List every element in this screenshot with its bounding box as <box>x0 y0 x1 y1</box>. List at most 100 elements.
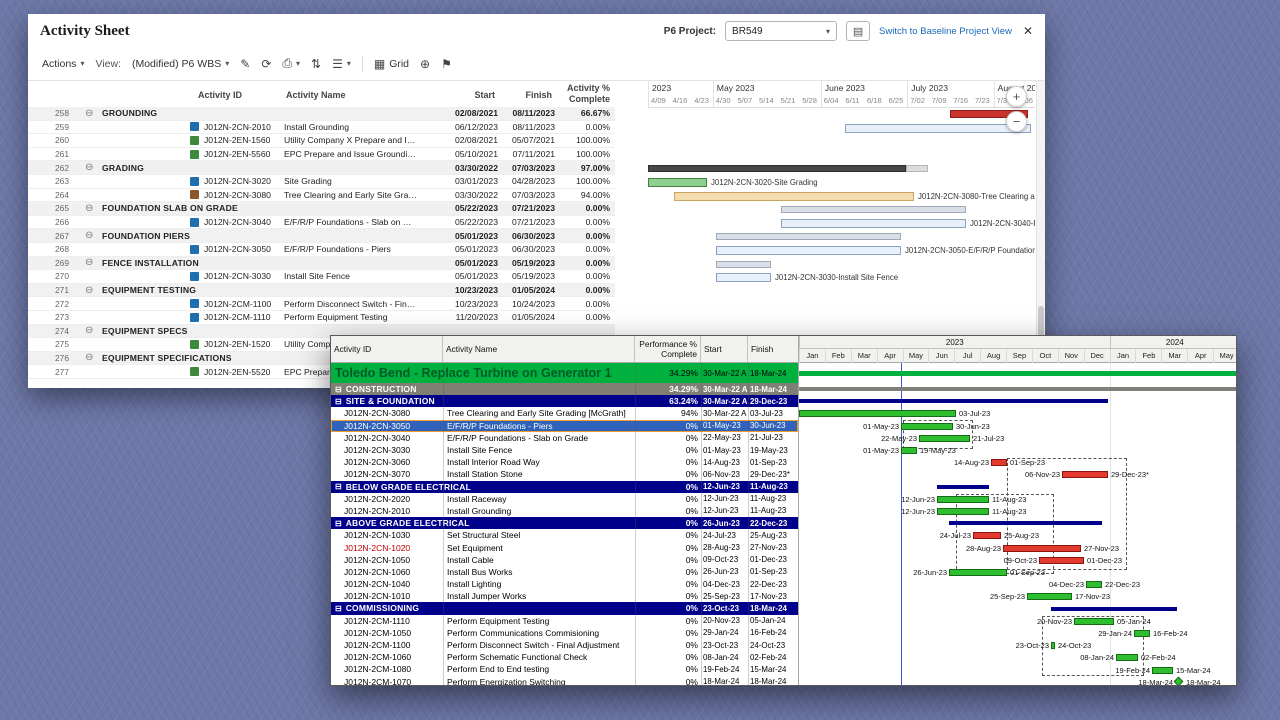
zoom-in-button[interactable]: + <box>1006 86 1027 107</box>
gantt-bar[interactable] <box>716 273 771 282</box>
table-row[interactable]: J012N-2CN-3040E/F/R/P Foundations - Slab… <box>331 432 798 444</box>
gantt-bar[interactable] <box>949 521 1102 525</box>
table-row[interactable]: 266J012N-2CN-3040E/F/R/P Foundations - S… <box>28 216 615 230</box>
table-row[interactable]: J012N-2CN-2020Install Raceway0%12-Jun-23… <box>331 493 798 505</box>
gantt-bar[interactable] <box>937 508 989 515</box>
table-row[interactable]: J012N-2CN-3070Install Station Stone0%06-… <box>331 468 798 480</box>
gantt-bar[interactable] <box>716 261 771 268</box>
project-select[interactable]: BR549 ▾ <box>725 21 837 41</box>
collapse-icon[interactable]: ⊖ <box>85 230 97 241</box>
zoom-out-button[interactable]: − <box>1006 111 1027 132</box>
table-row[interactable]: J012N-2CN-3030Install Site Fence0%01-May… <box>331 444 798 456</box>
table-row[interactable]: 271⊖EQUIPMENT TESTING10/23/202301/05/202… <box>28 284 615 298</box>
gantt-bar[interactable] <box>716 233 901 240</box>
actions-button[interactable]: Actions▾ <box>42 58 84 70</box>
gantt-bar[interactable] <box>973 532 1001 539</box>
gantt-bar[interactable] <box>937 496 989 503</box>
table-row[interactable]: J012N-2CN-3050E/F/R/P Foundations - Pier… <box>331 420 798 432</box>
table-row[interactable]: J012N-2CN-1020Set Equipment0%28-Aug-2327… <box>331 541 798 553</box>
table-row[interactable]: ⊟COMMISSIONING0%23-Oct-2318-Mar-24 <box>331 602 798 614</box>
gantt-bar[interactable] <box>1074 618 1114 625</box>
switch-baseline-link[interactable]: Switch to Baseline Project View <box>879 26 1012 37</box>
table-row[interactable]: ⊟SITE & FOUNDATION63.24%30-Mar-22 A29-De… <box>331 395 798 407</box>
table-row[interactable]: J012N-2CM-1060Perform Schematic Function… <box>331 651 798 663</box>
column-header-finish[interactable]: Finish <box>498 90 552 100</box>
gantt-bar[interactable] <box>845 124 1031 133</box>
refresh-icon[interactable]: ⟳ <box>261 57 271 71</box>
collapse-icon[interactable]: ⊖ <box>85 108 97 119</box>
table-row[interactable]: J012N-2CM-1070Perform Energization Switc… <box>331 676 798 686</box>
gantt-bar[interactable] <box>901 447 917 454</box>
gantt-bar[interactable] <box>937 485 989 489</box>
collapse-icon[interactable]: ⊟ <box>335 604 342 613</box>
print-icon[interactable]: ⎙▾ <box>282 56 300 71</box>
table-row[interactable]: ⊟CONSTRUCTION34.29%30-Mar-22 A18-Mar-24 <box>331 383 798 395</box>
column-header-finish[interactable]: Finish <box>748 336 798 362</box>
table-row[interactable]: 258⊖GROUNDING02/08/202108/11/202366.67% <box>28 107 615 121</box>
collapse-icon[interactable]: ⊟ <box>335 385 342 394</box>
table-row[interactable]: J012N-2CM-1050Perform Communications Com… <box>331 627 798 639</box>
table-row[interactable]: J012N-2CM-1080Perform End to End testing… <box>331 663 798 675</box>
table-row[interactable]: J012N-2CN-1050Install Cable0%09-Oct-2301… <box>331 554 798 566</box>
gantt-bar[interactable] <box>781 219 966 228</box>
table-row[interactable]: 263J012N-2CN-3020Site Grading03/01/20230… <box>28 175 615 189</box>
column-header-start[interactable]: Start <box>701 336 748 362</box>
gantt-bar[interactable] <box>1134 630 1150 637</box>
table-row[interactable]: 261J012N-2EN-5560EPC Prepare and Issue G… <box>28 148 615 162</box>
gantt-bar[interactable] <box>991 459 1007 466</box>
gantt-bar[interactable] <box>1051 607 1177 611</box>
table-row[interactable]: 267⊖FOUNDATION PIERS05/01/202306/30/2023… <box>28 229 615 243</box>
gantt-bar[interactable] <box>901 423 953 430</box>
gantt-bar[interactable] <box>1051 642 1055 649</box>
goto-icon[interactable]: ⊕ <box>420 57 430 71</box>
panel-icon[interactable]: ▤ <box>846 21 870 41</box>
gantt-bar[interactable] <box>949 569 1007 576</box>
grid-view-button[interactable]: ▦Grid <box>374 57 409 71</box>
table-row[interactable]: 262⊖GRADING03/30/202207/03/202397.00% <box>28 161 615 175</box>
column-header-pct-complete[interactable]: Activity % Complete <box>548 83 610 105</box>
gantt-bar[interactable] <box>1152 667 1173 674</box>
gantt-bar[interactable] <box>919 435 970 442</box>
column-header-activity-name[interactable]: Activity Name <box>443 336 635 362</box>
gantt-bar[interactable] <box>674 192 914 201</box>
collapse-icon[interactable]: ⊖ <box>85 325 97 336</box>
collapse-icon[interactable]: ⊟ <box>335 397 342 406</box>
collapse-icon[interactable]: ⊖ <box>85 162 97 173</box>
collapse-icon[interactable]: ⊟ <box>335 482 342 491</box>
table-row[interactable]: J012N-2CN-3080Tree Clearing and Early Si… <box>331 407 798 419</box>
column-header-activity-id[interactable]: Activity ID <box>198 90 242 100</box>
column-header-performance-pct[interactable]: Performance % Complete <box>635 336 701 362</box>
table-row[interactable]: 270J012N-2CN-3030Install Site Fence05/01… <box>28 270 615 284</box>
close-icon[interactable]: ✕ <box>1023 24 1033 38</box>
table-row[interactable]: 264J012N-2CN-3080Tree Clearing and Early… <box>28 189 615 203</box>
gantt-bar[interactable] <box>1039 557 1084 564</box>
table-row[interactable]: J012N-2CM-1100Perform Disconnect Switch … <box>331 639 798 651</box>
table-row[interactable]: ⊟BELOW GRADE ELECTRICAL0%12-Jun-2311-Aug… <box>331 481 798 493</box>
row-menu-icon[interactable]: ☰▾ <box>332 57 351 71</box>
flag-icon[interactable]: ⚑ <box>441 57 452 71</box>
table-row[interactable]: 273J012N-2CM-1110Perform Equipment Testi… <box>28 311 615 325</box>
table-row[interactable]: ⊟ABOVE GRADE ELECTRICAL0%26-Jun-2322-Dec… <box>331 517 798 529</box>
gantt-bar[interactable] <box>1003 545 1081 552</box>
gantt-bar[interactable] <box>1027 593 1072 600</box>
collapse-icon[interactable]: ⊟ <box>335 519 342 528</box>
gantt-bar[interactable] <box>906 165 928 172</box>
gantt-bar[interactable] <box>648 165 906 172</box>
gantt-bar[interactable] <box>1086 581 1102 588</box>
table-row[interactable]: 265⊖FOUNDATION SLAB ON GRADE05/22/202307… <box>28 202 615 216</box>
view-select[interactable]: (Modified) P6 WBS▾ <box>132 58 229 70</box>
gantt-bar[interactable] <box>781 206 966 213</box>
collapse-icon[interactable]: ⊖ <box>85 352 97 363</box>
gantt-bar[interactable] <box>716 246 901 255</box>
column-header-activity-name[interactable]: Activity Name <box>286 90 346 100</box>
column-header-activity-id[interactable]: Activity ID <box>331 336 443 362</box>
table-row[interactable]: 259J012N-2CN-2010Install Grounding06/12/… <box>28 121 615 135</box>
table-row[interactable]: 272J012N-2CM-1100Perform Disconnect Swit… <box>28 297 615 311</box>
table-row[interactable]: J012N-2CM-1110Perform Equipment Testing0… <box>331 615 798 627</box>
table-row[interactable]: J012N-2CN-2010Install Grounding0%12-Jun-… <box>331 505 798 517</box>
table-row[interactable]: J012N-2CN-1010Install Jumper Works0%25-S… <box>331 590 798 602</box>
gantt-bar[interactable] <box>799 410 956 417</box>
table-row[interactable]: Toledo Bend - Replace Turbine on Generat… <box>331 363 798 383</box>
table-row[interactable]: 260J012N-2EN-1560Utility Company X Prepa… <box>28 134 615 148</box>
gantt-bar[interactable] <box>648 178 707 187</box>
